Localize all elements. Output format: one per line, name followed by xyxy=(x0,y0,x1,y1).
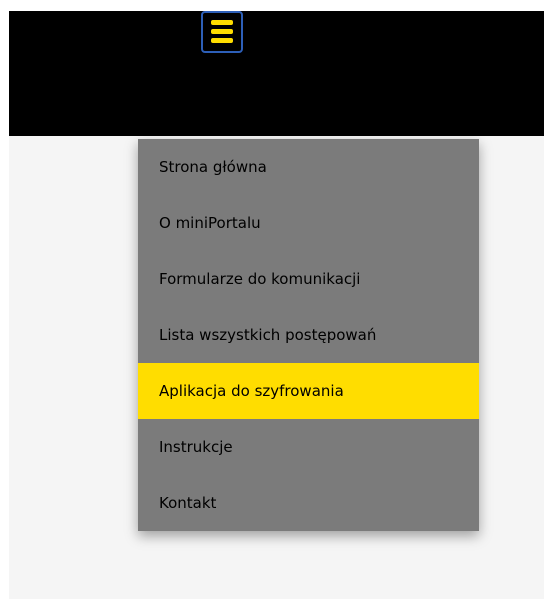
top-header xyxy=(9,11,544,136)
menu-item-label: Strona główna xyxy=(159,158,267,176)
page: Strona główna O miniPortalu Formularze d… xyxy=(0,0,544,599)
hamburger-menu-icon-bar xyxy=(211,29,233,34)
menu-item-label: Kontakt xyxy=(159,494,217,512)
hamburger-menu-icon-bar xyxy=(211,38,233,43)
menu-item-lista-postepowan[interactable]: Lista wszystkich postępowań xyxy=(138,307,479,363)
menu-item-instrukcje[interactable]: Instrukcje xyxy=(138,419,479,475)
menu-item-label: O miniPortalu xyxy=(159,214,261,232)
menu-item-o-miniportalu[interactable]: O miniPortalu xyxy=(138,195,479,251)
hamburger-menu-icon xyxy=(211,20,233,25)
menu-item-label: Instrukcje xyxy=(159,438,233,456)
menu-item-label: Aplikacja do szyfrowania xyxy=(159,382,344,400)
menu-item-kontakt[interactable]: Kontakt xyxy=(138,475,479,531)
menu-item-strona-glowna[interactable]: Strona główna xyxy=(138,139,479,195)
nav-dropdown-menu: Strona główna O miniPortalu Formularze d… xyxy=(138,139,479,531)
hamburger-menu-button[interactable] xyxy=(201,11,243,53)
menu-item-formularze[interactable]: Formularze do komunikacji xyxy=(138,251,479,307)
menu-item-label: Lista wszystkich postępowań xyxy=(159,326,377,344)
menu-item-aplikacja-szyfrowania[interactable]: Aplikacja do szyfrowania xyxy=(138,363,479,419)
menu-item-label: Formularze do komunikacji xyxy=(159,270,361,288)
